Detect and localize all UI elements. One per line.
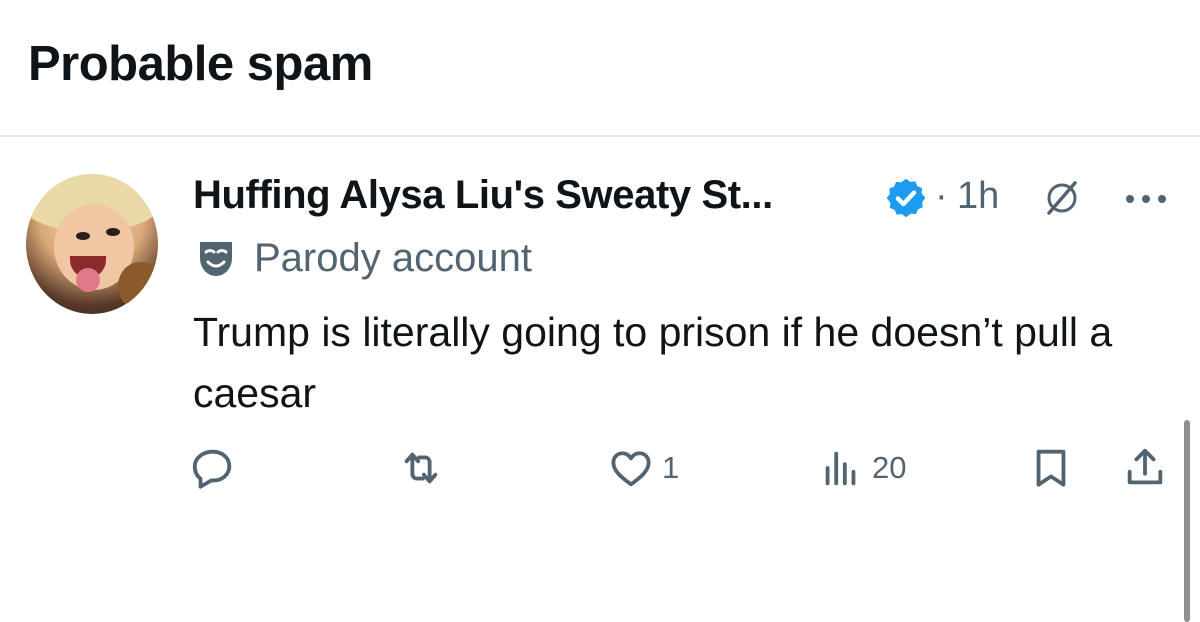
display-name[interactable]: Huffing Alysa Liu's Sweaty St... [193,173,773,218]
parody-label: Parody account [254,236,532,280]
reply-button[interactable] [190,444,244,492]
bookmark-icon [1036,449,1066,487]
avatar[interactable] [26,174,158,314]
share-button[interactable] [1122,444,1168,492]
analytics-icon [825,451,856,486]
avatar-eye [106,228,120,236]
scrollbar[interactable] [1184,420,1190,622]
like-count: 1 [662,450,680,485]
views-button[interactable]: 20 [818,444,906,492]
like-button[interactable]: 1 [608,444,679,492]
tweet[interactable]: Huffing Alysa Liu's Sweaty St... · 1h Pa… [0,137,1200,622]
tweet-text: Trump is literally going to prison if he… [193,309,1113,416]
avatar-tongue [76,268,100,292]
repost-icon [404,452,438,484]
repost-button[interactable] [398,444,452,492]
more-icon[interactable] [1124,193,1168,205]
reply-icon [192,449,232,489]
avatar-bear [118,262,158,310]
verified-badge-icon[interactable] [884,176,928,220]
view-count: 20 [872,450,907,485]
timestamp[interactable]: 1h [957,175,999,218]
heart-icon [611,451,651,487]
page-title: Probable spam [28,37,373,91]
theater-mask-icon [200,242,232,276]
share-icon [1127,448,1163,485]
grok-icon[interactable] [1042,177,1082,217]
avatar-eye [76,232,90,240]
separator-dot: · [935,175,948,217]
bookmark-button[interactable] [1028,444,1074,492]
section-header: Probable spam [0,0,1200,136]
